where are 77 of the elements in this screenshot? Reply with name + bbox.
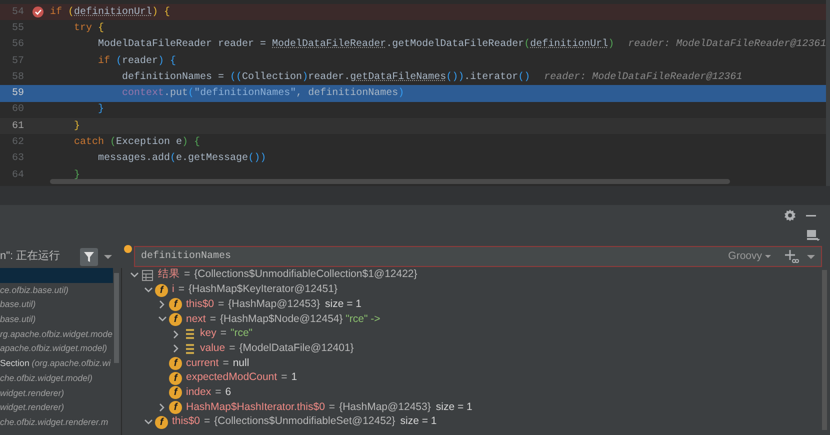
- code-line: ModelDataFileReader reader = ModelDataFileReader.getModelDataFileReader(definitionUrl): [97, 38, 614, 52]
- inline-value-hint: reader: ModelDataFileReader@12361: [628, 38, 826, 52]
- variable-entry: 结果 = {Collections$UnmodifiableCollection$1@12422}: [158, 268, 418, 282]
- settings-icon[interactable]: [784, 208, 796, 222]
- variable-entry: value = {ModelDataFile@12401}: [200, 340, 354, 356]
- field-icon: f: [169, 386, 182, 400]
- thread-selector[interactable]: n": 正在运行: [0, 248, 80, 265]
- code-line: definitionNames = ((Collection)reader.getDataFileNames()).iterator(): [121, 70, 530, 85]
- table-icon: [142, 270, 153, 281]
- line-number: 61: [10, 120, 25, 134]
- field-icon: f: [169, 312, 182, 326]
- breakpoint-icon[interactable]: [32, 6, 44, 18]
- chevron-down-icon[interactable]: [158, 314, 166, 324]
- line-number: 54: [10, 6, 25, 20]
- variable-entry: expectedModCount = 1: [186, 370, 298, 386]
- code-line: catch (Exception e) {: [73, 136, 200, 150]
- frame-row[interactable]: Section (org.apache.ofbiz.wi: [0, 356, 113, 371]
- inline-value-hint: reader: ModelDataFileReader@12361: [544, 70, 742, 85]
- variable-entry: current = null: [186, 356, 250, 371]
- variable-entry: this$0 = {HashMap@12453} size = 1: [186, 296, 362, 312]
- caret-icon[interactable]: [104, 254, 112, 258]
- code-line: }: [73, 120, 80, 134]
- variable-entry: i = {HashMap$KeyIterator@12451}: [172, 282, 338, 298]
- code-line: context.put("definitionNames", definitionNames): [121, 86, 404, 102]
- entry-icon: [184, 342, 194, 355]
- expression-field[interactable]: definitionNames Groovy: [134, 246, 822, 267]
- filter-button[interactable]: [80, 248, 98, 266]
- add-watch-icon[interactable]: [785, 250, 799, 263]
- variable-entry: key = "rce": [200, 326, 253, 342]
- code-line: try {: [73, 22, 104, 36]
- chevron-right-icon[interactable]: [158, 300, 166, 310]
- frame-row[interactable]: base.util): [0, 312, 113, 327]
- code-line: if (definitionUrl) {: [50, 6, 170, 20]
- variable-entry: HashMap$HashIterator.this$0 = {HashMap@12453} size = 1: [186, 400, 472, 415]
- line-number: 56: [10, 38, 25, 52]
- variable-entry: next = {HashMap$Node@12454} "rce" ->: [186, 312, 380, 327]
- frame-row[interactable]: base.util): [0, 297, 113, 312]
- code-line: }: [73, 168, 80, 183]
- line-number: 55: [10, 22, 25, 36]
- field-icon: f: [169, 356, 182, 370]
- line-number: 63: [10, 152, 25, 166]
- frame-row[interactable]: rg.apache.ofbiz.widget.mode: [0, 326, 113, 342]
- language-dropdown[interactable]: Groovy: [728, 248, 771, 264]
- variable-entry: this$0 = {Collections$UnmodifiableSet@12452} size = 1: [172, 414, 437, 430]
- frame-row[interactable]: che.ofbiz.widget.model): [0, 370, 113, 386]
- chevron-down-icon[interactable]: [144, 418, 152, 427]
- field-icon: f: [155, 416, 168, 429]
- line-number: 60: [10, 103, 25, 118]
- layout-icon[interactable]: [807, 229, 820, 241]
- filter-icon: [83, 250, 95, 262]
- chevron-down-icon[interactable]: [130, 270, 138, 280]
- code-line: }: [97, 102, 104, 118]
- chevron-right-icon[interactable]: [158, 403, 166, 412]
- caret-icon[interactable]: [807, 254, 815, 258]
- chevron-right-icon[interactable]: [172, 330, 180, 339]
- variable-entry: index = 6: [186, 384, 232, 400]
- line-number: 58: [10, 70, 25, 85]
- field-icon: f: [169, 401, 182, 414]
- frame-row[interactable]: che.ofbiz.widget.renderer.m: [0, 414, 113, 430]
- frame-row[interactable]: widget.renderer): [0, 400, 113, 415]
- field-icon: f: [169, 372, 182, 385]
- line-number: 64: [10, 168, 25, 183]
- caret-icon: [765, 255, 771, 258]
- frame-row[interactable]: widget.renderer): [0, 386, 113, 400]
- frame-row[interactable]: ce.ofbiz.base.util): [0, 282, 113, 298]
- chevron-right-icon[interactable]: [172, 344, 180, 354]
- pin-icon: [124, 245, 132, 253]
- line-number: 57: [10, 54, 25, 69]
- code-line: if (reader) {: [97, 54, 176, 69]
- line-number: 62: [10, 136, 25, 150]
- field-icon: f: [169, 298, 182, 312]
- frame-row[interactable]: apache.ofbiz.widget.model): [0, 341, 113, 356]
- line-number: 59: [10, 87, 25, 102]
- chevron-down-icon[interactable]: [144, 286, 152, 295]
- field-icon: f: [155, 284, 168, 297]
- code-line: messages.add(e.getMessage()): [97, 152, 266, 166]
- entry-icon: [184, 328, 194, 340]
